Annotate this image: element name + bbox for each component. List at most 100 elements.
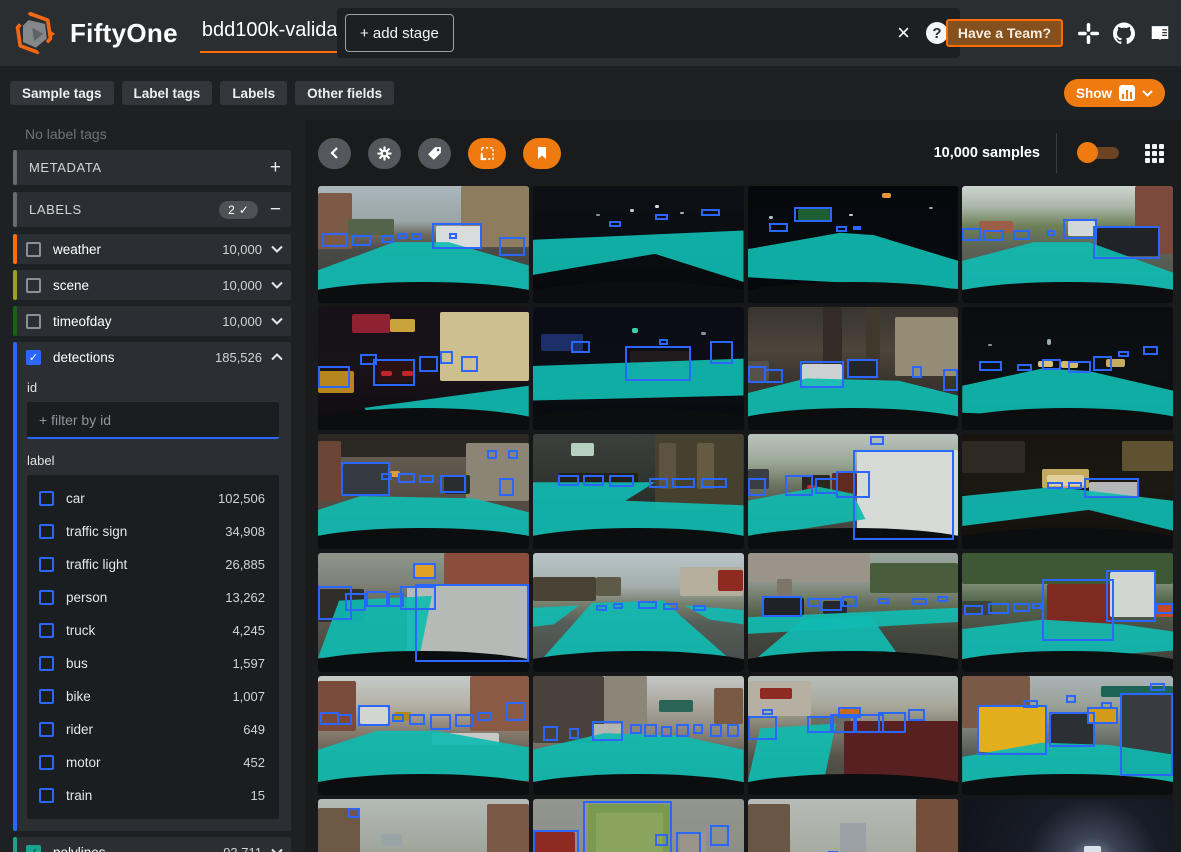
detection-box [345, 593, 366, 611]
label-class-row[interactable]: traffic sign34,908 [27, 515, 279, 548]
label-class-row[interactable]: truck4,245 [27, 614, 279, 647]
car-hood [962, 408, 1173, 430]
detections-checkbox[interactable]: ✓ [26, 350, 41, 365]
class-checkbox[interactable] [39, 788, 54, 803]
chevron-up-icon[interactable] [271, 353, 283, 361]
grid-size-icon[interactable] [1145, 144, 1164, 163]
slider-knob[interactable] [1077, 142, 1098, 163]
tab-labels[interactable]: Labels [220, 81, 287, 105]
scene-accent [440, 312, 529, 381]
id-filter-input[interactable] [27, 402, 279, 439]
detection-box [748, 478, 767, 496]
field-row-timeofday[interactable]: timeofday 10,000 [13, 306, 291, 336]
view-bar[interactable]: + add stage × ? [337, 8, 960, 58]
class-count: 15 [251, 788, 265, 803]
tab-sample-tags[interactable]: Sample tags [10, 81, 114, 105]
timeofday-checkbox[interactable] [26, 314, 41, 329]
bookmark-save-view-button[interactable] [523, 138, 561, 169]
metadata-expand-icon[interactable]: + [270, 158, 281, 177]
sample-tile-winter-street-truck[interactable] [318, 676, 529, 795]
back-button[interactable] [318, 138, 351, 169]
sample-tile-night-neon-city[interactable] [318, 307, 529, 430]
sample-tile-dusk-white-suv[interactable] [748, 434, 959, 549]
field-row-detections[interactable]: ✓ detections 185,526 id label car102,506… [13, 342, 291, 831]
detection-box [762, 709, 773, 715]
metadata-section-header[interactable]: METADATA + [13, 150, 291, 185]
sample-tile-night-street-headlights[interactable] [962, 307, 1173, 430]
class-checkbox[interactable] [39, 557, 54, 572]
class-checkbox[interactable] [39, 689, 54, 704]
sample-tile-elevated-rail-bus[interactable] [318, 434, 529, 549]
label-class-row[interactable]: bike1,007 [27, 680, 279, 713]
field-row-scene[interactable]: scene 10,000 [13, 270, 291, 300]
detection-box [440, 351, 453, 363]
sample-tile-yellow-taxi-street[interactable] [962, 676, 1173, 795]
sample-tile-night-highway[interactable] [533, 186, 744, 303]
scene-accent [929, 207, 933, 209]
class-checkbox[interactable] [39, 755, 54, 770]
scene-checkbox[interactable] [26, 278, 41, 293]
github-icon[interactable] [1113, 22, 1135, 44]
detection-box [853, 226, 861, 231]
detection-box [366, 591, 387, 606]
chevron-down-icon[interactable] [271, 281, 283, 289]
weather-checkbox[interactable] [26, 242, 41, 257]
tab-other-fields[interactable]: Other fields [295, 81, 394, 105]
label-class-row[interactable]: bus1,597 [27, 647, 279, 680]
slack-icon[interactable] [1077, 22, 1099, 44]
sample-tile-elevated-underpass-cars[interactable] [748, 307, 959, 430]
car-hood [748, 774, 959, 795]
docs-book-icon[interactable] [1149, 22, 1171, 44]
field-row-polylines[interactable]: ✓ polylines 93,711 [13, 837, 291, 852]
car-hood [748, 282, 959, 303]
labels-section-header[interactable]: LABELS 2 ✓ − [13, 192, 291, 227]
label-class-row[interactable]: train15 [27, 779, 279, 812]
sample-tile-street-parked-suv-sign[interactable] [318, 553, 529, 672]
sample-tile-winter-street-stone[interactable] [533, 676, 744, 795]
sample-tile-night-moon-cut[interactable] [962, 799, 1173, 852]
polylines-checkbox[interactable]: ✓ [26, 845, 41, 852]
sample-tile-night-sign-lights[interactable] [748, 186, 959, 303]
sample-tile-day-city-van[interactable] [318, 186, 529, 303]
sample-tile-day-trees-van[interactable] [962, 186, 1173, 303]
show-button[interactable]: Show [1064, 79, 1165, 107]
label-class-row[interactable]: car102,506 [27, 482, 279, 515]
label-class-row[interactable]: traffic light26,885 [27, 548, 279, 581]
class-checkbox[interactable] [39, 590, 54, 605]
sample-tile-billboard-red-truck-cut[interactable] [533, 799, 744, 852]
chevron-down-icon[interactable] [271, 848, 283, 852]
sample-tile-concrete-overpass-road[interactable] [748, 553, 959, 672]
field-row-weather[interactable]: weather 10,000 [13, 234, 291, 264]
sample-tile-city-street-cut[interactable] [318, 799, 529, 852]
field-name: scene [53, 278, 222, 293]
sample-tile-day-bridge-highway[interactable] [533, 553, 744, 672]
sample-tile-city-street2-cut[interactable] [748, 799, 959, 852]
chevron-down-icon[interactable] [271, 245, 283, 253]
labels-collapse-icon[interactable]: − [270, 200, 281, 219]
label-class-row[interactable]: rider649 [27, 713, 279, 746]
class-checkbox[interactable] [39, 491, 54, 506]
class-checkbox[interactable] [39, 722, 54, 737]
patches-select-button[interactable] [468, 138, 506, 169]
sample-tile-street-maroon-car[interactable] [748, 676, 959, 795]
add-stage-button[interactable]: + add stage [345, 14, 454, 52]
resize-grid-slider[interactable] [1079, 147, 1119, 159]
tab-label-tags[interactable]: Label tags [122, 81, 213, 105]
class-checkbox[interactable] [39, 656, 54, 671]
sample-tile-red-pickup-white-van[interactable] [962, 553, 1173, 672]
sample-tile-night-garage-entrance[interactable] [962, 434, 1173, 549]
class-checkbox[interactable] [39, 524, 54, 539]
label-class-row[interactable]: motor452 [27, 746, 279, 779]
settings-gear-button[interactable] [368, 138, 401, 169]
label-class-row[interactable]: person13,262 [27, 581, 279, 614]
field-count: 10,000 [222, 314, 262, 329]
chevron-down-icon[interactable] [271, 317, 283, 325]
close-icon[interactable]: × [897, 22, 910, 44]
help-icon[interactable]: ? [926, 22, 948, 44]
sample-tile-garage-underpass[interactable] [533, 434, 744, 549]
sample-tile-night-car-taillights[interactable] [533, 307, 744, 430]
have-a-team-button[interactable]: Have a Team? [946, 19, 1063, 47]
tag-samples-button[interactable] [418, 138, 451, 169]
detection-box [1042, 359, 1061, 370]
class-checkbox[interactable] [39, 623, 54, 638]
